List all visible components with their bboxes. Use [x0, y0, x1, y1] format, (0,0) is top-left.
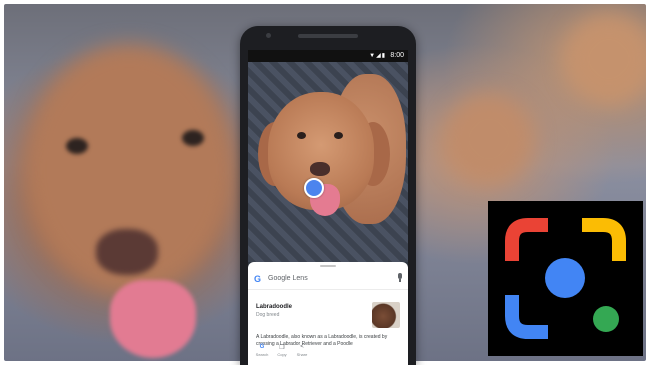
background-dog-fur-right — [444, 94, 534, 184]
google-g-icon: G — [254, 274, 262, 284]
logo-green-dot — [593, 306, 619, 332]
search-action-label: Search — [255, 352, 269, 357]
status-bar: ▼◢▮ 8:00 — [248, 50, 408, 62]
background-dog-eye-left — [66, 138, 88, 154]
logo-blue-corner — [505, 295, 548, 339]
search-action-button[interactable]: G Search — [252, 344, 272, 357]
divider — [248, 289, 408, 290]
mic-icon[interactable] — [397, 273, 402, 282]
background-dog-fur-corner — [564, 14, 646, 104]
result-thumbnail[interactable] — [372, 302, 400, 328]
sheet-drag-handle[interactable] — [320, 265, 336, 267]
copy-icon: ❐ — [279, 345, 285, 351]
phone-screen: ▼◢▮ 8:00 G Google Lens Labradoodle Dog b… — [248, 50, 408, 365]
google-lens-logo-icon — [505, 218, 626, 339]
logo-yellow-corner — [582, 218, 626, 261]
dog-nose — [310, 162, 330, 176]
dog-eye-left — [297, 132, 306, 139]
result-subtitle: Dog breed — [256, 312, 280, 318]
background-dog-tongue — [110, 280, 196, 358]
lens-search-bar[interactable]: G Google Lens — [254, 272, 402, 286]
status-icons: ▼◢▮ — [369, 53, 386, 59]
result-actions: G Search ❐ Copy < Share — [248, 344, 408, 364]
result-title[interactable]: Labradoodle — [256, 304, 292, 310]
camera-viewfinder[interactable] — [248, 62, 408, 262]
dog-eye-right — [334, 132, 343, 139]
lens-focus-dot[interactable] — [304, 178, 324, 198]
google-lens-logo — [488, 201, 643, 356]
google-g-icon: G — [259, 344, 265, 350]
share-action-label: Share — [296, 352, 308, 357]
copy-action-label: Copy — [277, 352, 287, 357]
phone-device: ▼◢▮ 8:00 G Google Lens Labradoodle Dog b… — [240, 26, 416, 365]
phone-speaker — [298, 34, 358, 38]
lens-title: Google Lens — [268, 275, 308, 282]
share-icon: < — [300, 344, 304, 350]
lens-result-sheet: G Google Lens Labradoodle Dog breed A La… — [248, 262, 408, 365]
background-dog-nose — [96, 229, 158, 275]
logo-red-corner — [505, 218, 548, 261]
copy-action-button[interactable]: ❐ Copy — [272, 344, 292, 357]
background-dog-eye-right — [182, 130, 204, 146]
share-action-button[interactable]: < Share — [292, 344, 312, 357]
status-time: 8:00 — [390, 52, 404, 59]
phone-camera — [266, 33, 271, 38]
logo-blue-center — [545, 258, 585, 298]
